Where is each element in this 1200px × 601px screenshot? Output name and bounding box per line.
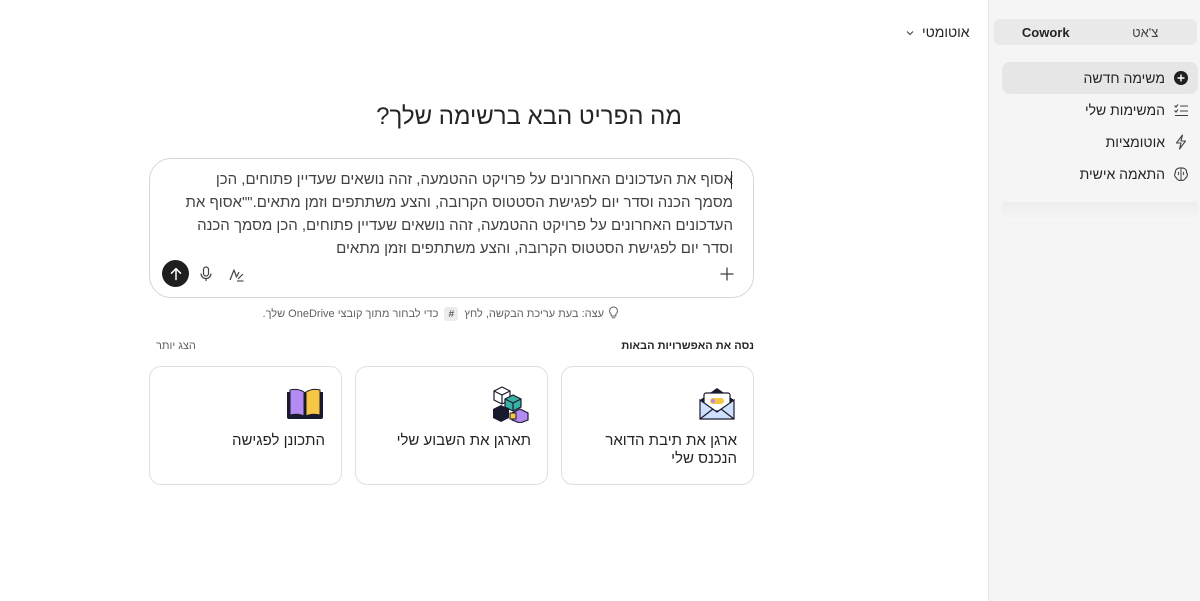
sidebar-item-new-task[interactable]: משימה חדשה	[1002, 62, 1198, 94]
model-selector[interactable]: אוטומטי	[906, 24, 970, 40]
composer: אסוף את העדכונים האחרונים על פרויקט ההטמ…	[149, 158, 754, 298]
suggestions-title: נסה את האפשרויות הבאות	[621, 340, 754, 352]
brain-icon	[1173, 166, 1189, 182]
sidebar-item-label: התאמה אישית	[1079, 166, 1165, 182]
sidebar-placeholder	[1002, 202, 1198, 222]
tab-chat[interactable]: צ'אט	[1096, 21, 1196, 43]
sidebar-item-my-tasks[interactable]: המשימות שלי	[1002, 94, 1198, 126]
sidebar: Cowork צ'אט משימה חדשה המשימות שלי אוטומ…	[988, 0, 1200, 601]
pen-sparkle-icon	[228, 268, 243, 282]
tip-text: עצה: בעת עריכת הבקשה, לחץ # כדי לבחור מת…	[149, 306, 619, 322]
plus-icon	[720, 267, 734, 281]
add-attachment-button[interactable]	[717, 264, 737, 284]
show-more-link[interactable]: הצג יותר	[156, 340, 196, 352]
add-circle-icon	[1173, 70, 1189, 86]
prompt-input[interactable]: אסוף את העדכונים האחרונים על פרויקט ההטמ…	[178, 168, 734, 260]
tip-text-after: כדי לבחור מתוך קובצי OneDrive שלך.	[262, 308, 439, 320]
tip-key: #	[444, 307, 459, 321]
tab-cowork[interactable]: Cowork	[996, 21, 1096, 43]
main-area: אוטומטי מה הפריט הבא ברשימה שלך? אסוף את…	[0, 0, 988, 601]
page-title: מה הפריט הבא ברשימה שלך?	[376, 103, 682, 130]
text-caret	[731, 171, 732, 189]
suggestion-card-week[interactable]: תארגן את השבוע שלי	[355, 366, 548, 485]
send-button[interactable]	[162, 260, 189, 287]
lightning-icon	[1173, 134, 1189, 150]
model-selector-label: אוטומטי	[922, 24, 970, 40]
suggestion-card-label: ארגן את תיבת הדואר הנכנס שלי	[605, 432, 737, 467]
sidebar-item-label: משימה חדשה	[1083, 70, 1165, 86]
suggestion-card-inbox[interactable]: ארגן את תיבת הדואר הנכנס שלי	[561, 366, 754, 485]
mail-icon	[698, 385, 736, 423]
suggestion-card-label: תארגן את השבוע שלי	[396, 432, 531, 449]
arrow-up-icon	[170, 267, 181, 280]
book-icon	[286, 385, 324, 423]
rewrite-button[interactable]	[226, 264, 246, 284]
mode-toggle: Cowork צ'אט	[994, 19, 1197, 45]
suggestion-card-label: התכונן לפגישה	[231, 432, 325, 449]
tip-text-before: עצה: בעת עריכת הבקשה, לחץ	[464, 308, 604, 320]
sidebar-nav: משימה חדשה המשימות שלי אוטומציות התאמה א…	[1002, 62, 1198, 190]
checklist-icon	[1173, 102, 1189, 118]
sidebar-item-personalization[interactable]: התאמה אישית	[1002, 158, 1198, 190]
sidebar-item-label: המשימות שלי	[1084, 102, 1165, 118]
sidebar-item-automations[interactable]: אוטומציות	[1002, 126, 1198, 158]
cubes-icon	[492, 385, 530, 424]
lightbulb-icon	[608, 306, 619, 322]
suggestion-card-meeting[interactable]: התכונן לפגישה	[149, 366, 342, 485]
microphone-button[interactable]	[196, 264, 216, 284]
microphone-icon	[200, 266, 212, 281]
sidebar-item-label: אוטומציות	[1105, 134, 1165, 150]
chevron-down-icon	[906, 24, 914, 40]
